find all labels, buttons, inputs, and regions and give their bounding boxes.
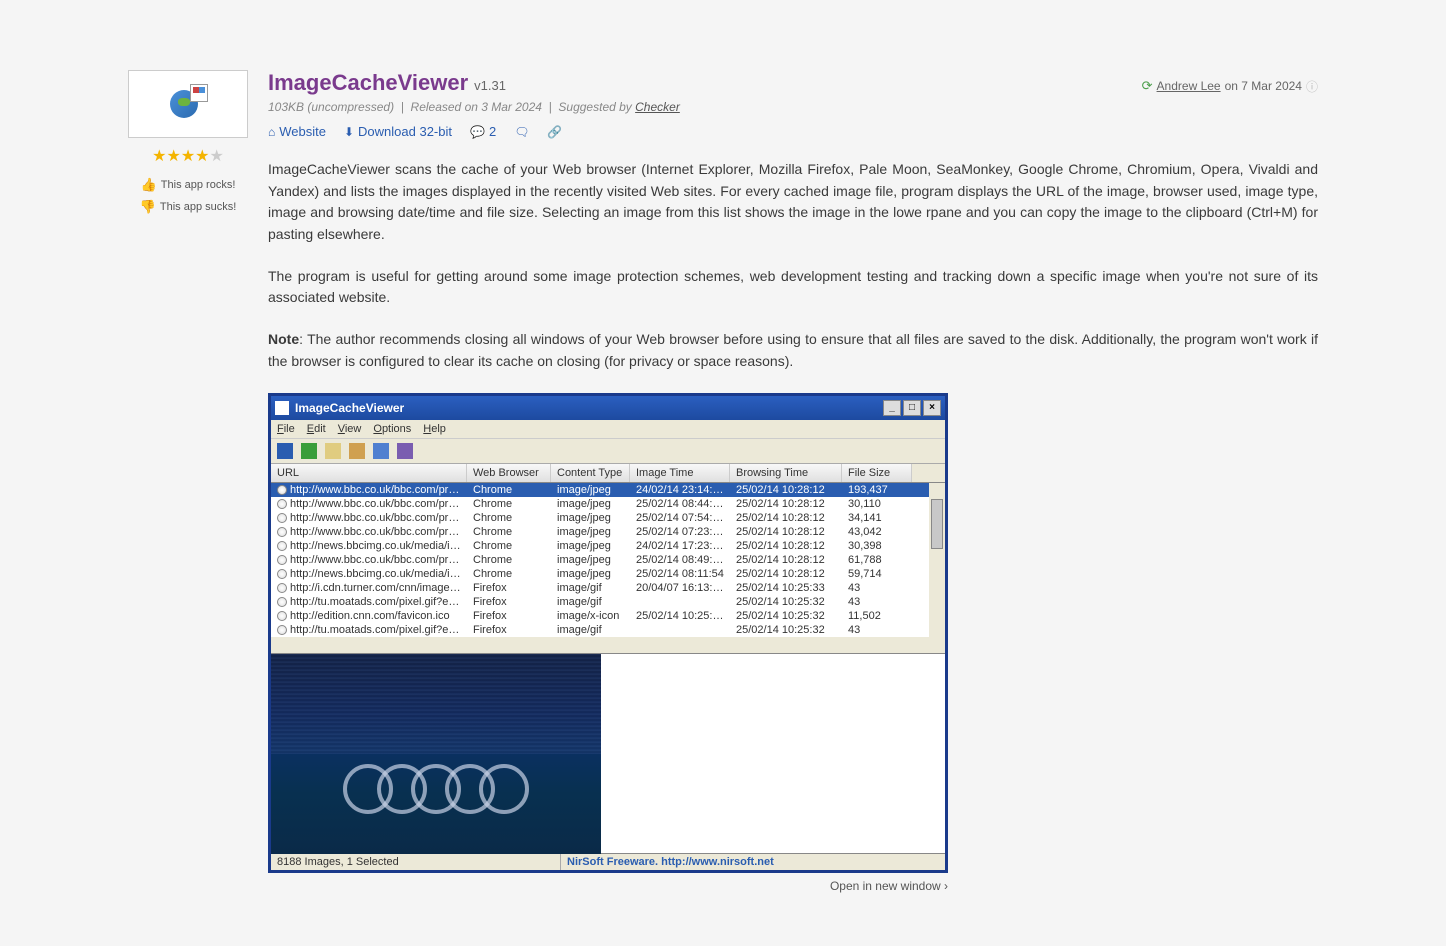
find-icon[interactable] — [373, 443, 389, 459]
app-version: v1.31 — [474, 78, 506, 93]
app-screenshot: ImageCacheViewer _ □ × File Edit View Op… — [268, 393, 948, 873]
vote-rocks-button[interactable]: 👍This app rocks! — [128, 174, 248, 196]
suggester-link[interactable]: Checker — [635, 100, 680, 114]
col-size[interactable]: File Size — [842, 464, 912, 482]
contributor-info: ⟳ Andrew Lee on 7 Mar 2024 ⓘ — [1142, 78, 1318, 95]
menu-options[interactable]: Options — [373, 423, 411, 435]
menubar: File Edit View Options Help — [271, 420, 945, 439]
description-p1: ImageCacheViewer scans the cache of your… — [268, 159, 1318, 246]
preview-pane — [271, 653, 945, 853]
table-row[interactable]: http://www.bbc.co.uk/bbc.com/pro...Chrom… — [271, 525, 945, 539]
col-url[interactable]: URL — [271, 464, 467, 482]
share-icon: 🗨 — [514, 125, 529, 139]
comment-icon: 💬 — [470, 125, 485, 139]
download-icon: ⬇ — [344, 125, 354, 139]
description-p3: Note: The author recommends closing all … — [268, 329, 1318, 372]
table-row[interactable]: http://www.bbc.co.uk/bbc.com/pro...Chrom… — [271, 497, 945, 511]
thumbs-down-icon: 👎 — [140, 199, 156, 215]
copy-icon[interactable] — [325, 443, 341, 459]
properties-icon[interactable] — [349, 443, 365, 459]
download-link[interactable]: ⬇Download 32-bit — [344, 124, 452, 139]
window-titlebar: ImageCacheViewer _ □ × — [271, 396, 945, 420]
menu-help[interactable]: Help — [423, 423, 446, 435]
meta-info: 103KB (uncompressed) | Released on 3 Mar… — [268, 100, 1318, 114]
scrollbar-vertical[interactable] — [929, 483, 945, 637]
col-browsetime[interactable]: Browsing Time — [730, 464, 842, 482]
refresh-icon: ⟳ — [1142, 78, 1153, 94]
menu-view[interactable]: View — [338, 423, 362, 435]
menu-edit[interactable]: Edit — [307, 423, 326, 435]
table-row[interactable]: http://www.bbc.co.uk/bbc.com/pro...Chrom… — [271, 511, 945, 525]
table-row[interactable]: http://www.bbc.co.uk/bbc.com/pro...Chrom… — [271, 553, 945, 567]
exit-icon[interactable] — [397, 443, 413, 459]
col-imgtime[interactable]: Image Time — [630, 464, 730, 482]
close-button[interactable]: × — [923, 400, 941, 416]
table-row[interactable]: http://i.cdn.turner.com/cnn/images...Fir… — [271, 581, 945, 595]
preview-image — [271, 654, 601, 854]
col-content[interactable]: Content Type — [551, 464, 630, 482]
scrollbar-horizontal[interactable] — [271, 637, 945, 653]
table-header: URL Web Browser Content Type Image Time … — [271, 464, 945, 483]
thumbs-up-icon: 👍 — [141, 177, 157, 193]
app-icon — [128, 70, 248, 138]
share-link[interactable]: 🗨 — [514, 125, 529, 139]
col-browser[interactable]: Web Browser — [467, 464, 551, 482]
menu-file[interactable]: File — [277, 423, 295, 435]
open-new-window-link[interactable]: Open in new window › — [268, 879, 948, 893]
table-row[interactable]: http://tu.moatads.com/pixel.gif?e=...Fir… — [271, 595, 945, 609]
website-link[interactable]: ⌂Website — [268, 124, 326, 139]
table-row[interactable]: http://www.bbc.co.uk/bbc.com/pro...Chrom… — [271, 483, 945, 497]
refresh-tool-icon[interactable] — [301, 443, 317, 459]
permalink-link[interactable]: 🔗 — [547, 125, 562, 139]
table-row[interactable]: http://news.bbcimg.co.uk/media/im...Chro… — [271, 539, 945, 553]
comments-link[interactable]: 💬2 — [470, 124, 496, 139]
app-window-icon — [275, 401, 289, 415]
table-row[interactable]: http://tu.moatads.com/pixel.gif?e=...Fir… — [271, 623, 945, 637]
link-icon: 🔗 — [547, 125, 562, 139]
contributor-link[interactable]: Andrew Lee — [1157, 79, 1221, 93]
save-icon[interactable] — [277, 443, 293, 459]
vote-sucks-button[interactable]: 👎This app sucks! — [128, 196, 248, 218]
statusbar: 8188 Images, 1 Selected NirSoft Freeware… — [271, 853, 945, 870]
home-icon: ⌂ — [268, 125, 275, 139]
table-body: http://www.bbc.co.uk/bbc.com/pro...Chrom… — [271, 483, 945, 637]
table-row[interactable]: http://edition.cnn.com/favicon.icoFirefo… — [271, 609, 945, 623]
toolbar — [271, 439, 945, 464]
table-row[interactable]: http://news.bbcimg.co.uk/media/im...Chro… — [271, 567, 945, 581]
maximize-button[interactable]: □ — [903, 400, 921, 416]
rating-stars: ★★★★★ — [128, 146, 248, 166]
app-title[interactable]: ImageCacheViewer — [268, 70, 468, 96]
info-icon[interactable]: ⓘ — [1306, 78, 1318, 95]
description-p2: The program is useful for getting around… — [268, 266, 1318, 309]
minimize-button[interactable]: _ — [883, 400, 901, 416]
